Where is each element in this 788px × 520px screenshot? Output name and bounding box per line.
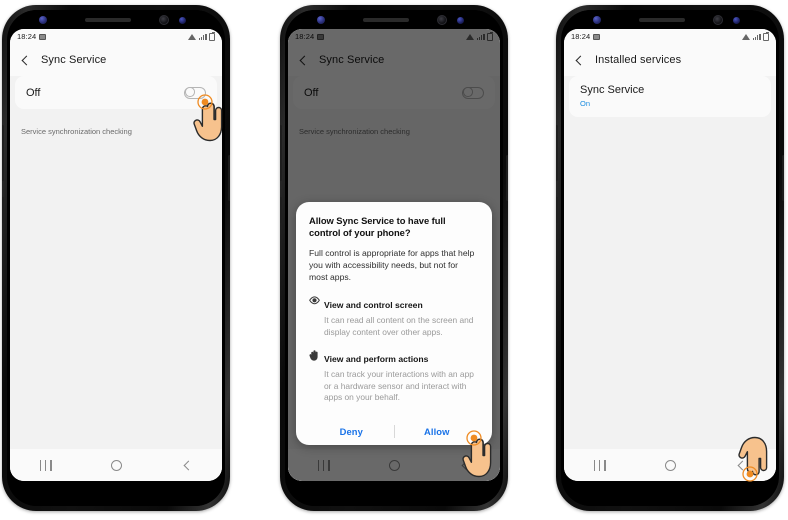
status-bar: 18:24 <box>10 29 222 44</box>
phone-3-app-bar: Installed services <box>564 44 776 76</box>
signal-icon <box>752 33 761 40</box>
front-camera-icon <box>713 15 723 25</box>
permission-item: View and control screen It can read all … <box>309 295 479 338</box>
service-state-badge: On <box>580 99 591 109</box>
hand-icon <box>309 349 322 404</box>
sync-toggle-switch[interactable] <box>184 86 206 99</box>
iris-scanner-icon <box>733 17 740 24</box>
volume-button[interactable] <box>2 125 4 181</box>
power-button[interactable] <box>228 155 230 201</box>
power-button[interactable] <box>506 155 508 201</box>
wifi-icon <box>742 33 750 40</box>
status-right-icons <box>742 31 769 41</box>
battery-icon <box>763 31 769 41</box>
phone-3-inner: 18:24 Installed services Sync Service On <box>561 10 779 506</box>
recents-icon[interactable] <box>593 459 606 471</box>
phone-1-bottom-bezel <box>7 481 225 506</box>
image-icon <box>593 33 601 40</box>
phone-1-inner: 18:24 Sync Service Off Service synchroni… <box>7 10 225 506</box>
earpiece-speaker <box>363 18 409 22</box>
phone-3-nav-bar <box>564 449 776 481</box>
phone-3-screen: 18:24 Installed services Sync Service On <box>564 29 776 481</box>
service-name: Sync Service <box>580 84 645 96</box>
iris-scanner-icon <box>457 17 464 24</box>
phone-2-bottom-bezel <box>285 481 503 506</box>
phone-2-top-bezel <box>285 10 503 29</box>
home-icon[interactable] <box>664 459 676 471</box>
assistant-button[interactable] <box>2 197 4 223</box>
phone-1-app-bar: Sync Service <box>10 44 222 76</box>
allow-button[interactable]: Allow <box>395 426 480 437</box>
front-camera-icon <box>437 15 447 25</box>
status-right-icons <box>188 31 215 41</box>
phone-3-content: Sync Service On <box>564 76 776 481</box>
phone-1-nav-bar <box>10 449 222 481</box>
switch-knob <box>185 87 195 97</box>
earpiece-speaker <box>85 18 131 22</box>
phone-3-top-bezel <box>561 10 779 29</box>
back-icon[interactable] <box>735 460 746 471</box>
phone-1-screen: 18:24 Sync Service Off Service synchroni… <box>10 29 222 481</box>
phone-1-content: Off Service synchronization checking <box>10 76 222 481</box>
permission-heading: View and perform actions <box>324 354 429 365</box>
permission-text-block: View and perform actions It can track yo… <box>322 349 479 404</box>
volume-button[interactable] <box>556 125 558 181</box>
assistant-button[interactable] <box>280 197 282 223</box>
back-icon[interactable] <box>181 460 192 471</box>
permission-description: It can track your interactions with an a… <box>324 369 474 403</box>
iris-scanner-icon <box>179 17 186 24</box>
page-title: Installed services <box>595 54 682 66</box>
status-time: 18:24 <box>17 32 37 41</box>
phone-panel-3: 18:24 Installed services Sync Service On <box>556 5 784 511</box>
accessibility-permission-dialog: Allow Sync Service to have full control … <box>296 201 492 445</box>
power-button[interactable] <box>782 155 784 201</box>
image-icon <box>39 33 47 40</box>
volume-button[interactable] <box>280 125 282 181</box>
phone-3-bottom-bezel <box>561 481 779 506</box>
page-title: Sync Service <box>41 54 107 66</box>
permission-heading: View and control screen <box>324 300 423 311</box>
dialog-body: Full control is appropriate for apps tha… <box>309 248 475 283</box>
front-sensor-icon <box>593 16 601 24</box>
signal-icon <box>198 33 207 40</box>
phone-2-inner: 18:24 Sync Service Off <box>285 10 503 506</box>
status-bar-3: 18:24 <box>564 29 776 44</box>
permission-text-block: View and control screen It can read all … <box>322 295 479 338</box>
permission-description: It can read all content on the screen an… <box>324 315 474 337</box>
earpiece-speaker <box>639 18 685 22</box>
front-sensor-icon <box>317 16 325 24</box>
helper-text: Service synchronization checking <box>21 127 132 136</box>
phone-2-screen: 18:24 Sync Service Off <box>288 29 500 481</box>
eye-icon <box>309 295 322 338</box>
phone-1-top-bezel <box>7 10 225 29</box>
toggle-label: Off <box>26 86 41 99</box>
home-icon[interactable] <box>110 459 122 471</box>
sync-toggle-row[interactable]: Off <box>15 76 217 109</box>
permission-item: View and perform actions It can track yo… <box>309 349 479 404</box>
back-chevron-icon[interactable] <box>573 55 584 66</box>
back-chevron-icon[interactable] <box>19 55 30 66</box>
battery-icon <box>209 31 215 41</box>
dialog-title: Allow Sync Service to have full control … <box>309 214 446 239</box>
installed-service-item[interactable]: Sync Service On <box>569 76 771 118</box>
phone-panel-1: 18:24 Sync Service Off Service synchroni… <box>2 5 230 511</box>
front-sensor-icon <box>39 16 47 24</box>
deny-button[interactable]: Deny <box>309 426 394 437</box>
screenshot-stage: 18:24 Sync Service Off Service synchroni… <box>0 0 788 520</box>
dialog-actions: Deny Allow <box>309 417 479 445</box>
recents-icon[interactable] <box>39 459 52 471</box>
status-time: 18:24 <box>571 32 591 41</box>
assistant-button[interactable] <box>556 197 558 223</box>
wifi-icon <box>188 33 196 40</box>
phone-panel-2: 18:24 Sync Service Off <box>280 5 508 511</box>
front-camera-icon <box>159 15 169 25</box>
